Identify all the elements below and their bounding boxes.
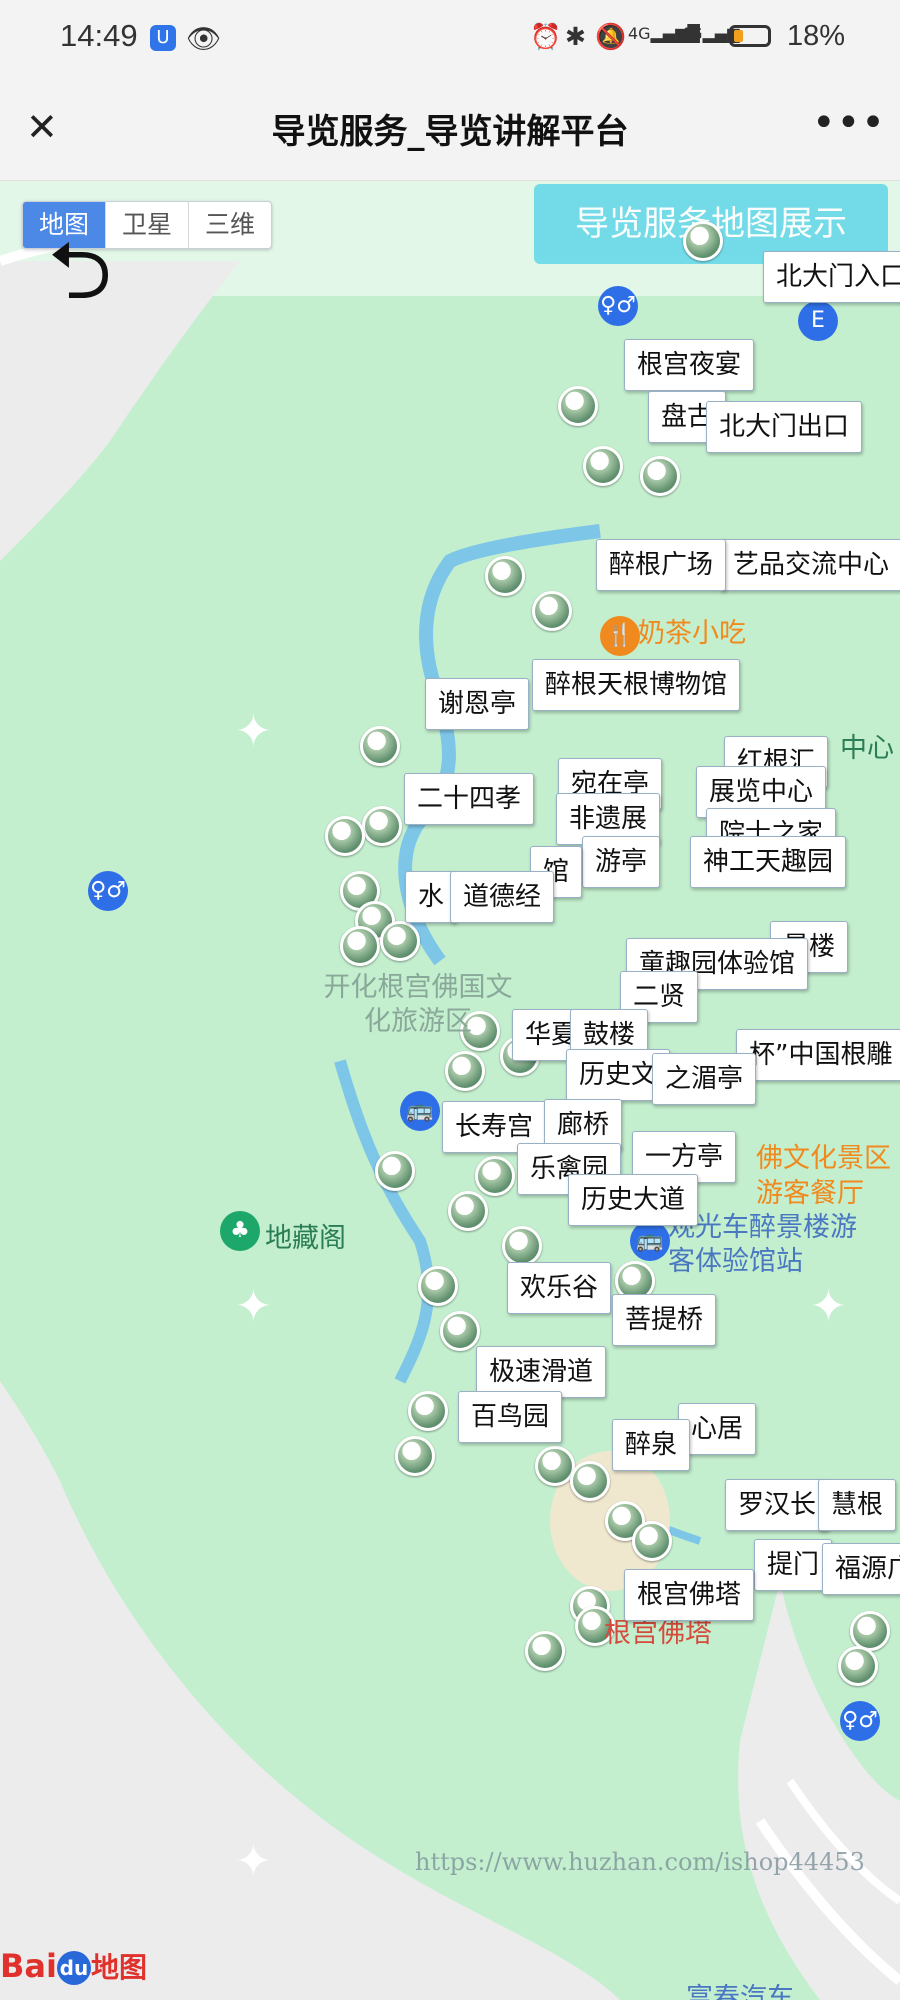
eye-icon: 👁 bbox=[186, 22, 222, 55]
place-label[interactable]: 奶茶小吃 bbox=[638, 611, 746, 650]
poi-label[interactable]: 艺品交流中心 bbox=[720, 539, 900, 591]
photo-marker[interactable] bbox=[325, 816, 365, 856]
battery-percent: 18% bbox=[787, 20, 846, 52]
title-bar: ✕ 导览服务_导览讲解平台 ••• bbox=[0, 80, 900, 181]
poi-label[interactable]: 百鸟园 bbox=[458, 1391, 563, 1443]
photo-marker[interactable] bbox=[375, 1151, 415, 1191]
photo-marker[interactable] bbox=[535, 1446, 575, 1486]
poi-label[interactable]: 之湄亭 bbox=[652, 1053, 757, 1105]
photo-marker[interactable] bbox=[640, 456, 680, 496]
baidu-map-logo: Bai du地图 bbox=[0, 1947, 147, 1985]
photo-marker[interactable] bbox=[632, 1521, 672, 1561]
photo-marker[interactable] bbox=[408, 1391, 448, 1431]
photo-marker[interactable] bbox=[683, 221, 723, 261]
photo-marker[interactable] bbox=[448, 1191, 488, 1231]
restroom-icon[interactable]: ♀♂ bbox=[598, 286, 638, 326]
place-label[interactable]: 游客餐厅 bbox=[756, 1171, 864, 1210]
map-type-3d[interactable]: 三维 bbox=[189, 202, 271, 248]
map-background bbox=[0, 181, 900, 2000]
watermark: https://www.huzhan.com/ishop44453 bbox=[415, 1848, 865, 1876]
photo-marker[interactable] bbox=[418, 1266, 458, 1306]
sparkle-decoration: ✦ bbox=[810, 1281, 847, 1332]
sparkle-decoration: ✦ bbox=[235, 706, 272, 757]
photo-marker[interactable] bbox=[380, 921, 420, 961]
photo-marker[interactable] bbox=[850, 1611, 890, 1651]
photo-marker[interactable] bbox=[360, 726, 400, 766]
poi-label[interactable]: 醉根天根博物馆 bbox=[532, 659, 741, 711]
restroom-icon[interactable]: ♀♂ bbox=[88, 871, 128, 911]
more-icon[interactable]: ••• bbox=[812, 100, 886, 146]
place-label[interactable]: 中心 bbox=[840, 726, 894, 765]
poi-label[interactable]: 欢乐谷 bbox=[507, 1262, 612, 1314]
photo-marker[interactable] bbox=[445, 1051, 485, 1091]
poi-label[interactable]: 神工天趣园 bbox=[690, 836, 847, 888]
photo-marker[interactable] bbox=[395, 1436, 435, 1476]
place-label[interactable]: 地藏阁 bbox=[265, 1216, 346, 1255]
photo-marker[interactable] bbox=[502, 1226, 542, 1266]
photo-marker[interactable] bbox=[532, 591, 572, 631]
scenic-icon[interactable]: ♣ bbox=[220, 1211, 260, 1251]
poi-label[interactable]: 历史大道 bbox=[568, 1174, 699, 1226]
poi-label[interactable]: 二十四孝 bbox=[404, 773, 535, 825]
photo-marker[interactable] bbox=[485, 556, 525, 596]
place-label[interactable]: 佛文化景区 bbox=[756, 1136, 891, 1175]
photo-marker[interactable] bbox=[525, 1631, 565, 1671]
poi-label[interactable]: 道德经 bbox=[450, 871, 555, 923]
restroom-icon[interactable]: ♀♂ bbox=[840, 1701, 880, 1741]
poi-label[interactable]: 醉泉 bbox=[612, 1419, 691, 1471]
sparkle-decoration: ✦ bbox=[235, 1281, 272, 1332]
poi-label[interactable]: 提门 bbox=[754, 1539, 833, 1591]
mute-icon: 🔕 bbox=[595, 22, 627, 51]
photo-marker[interactable] bbox=[558, 386, 598, 426]
photo-marker[interactable] bbox=[583, 446, 623, 486]
poi-label[interactable]: 慧根 bbox=[818, 1479, 897, 1531]
battery-icon bbox=[729, 25, 771, 47]
alarm-icon: ⏰ bbox=[530, 22, 562, 51]
photo-marker[interactable] bbox=[362, 806, 402, 846]
bluetooth-icon: ✱ bbox=[565, 22, 586, 51]
photo-marker[interactable] bbox=[570, 1461, 610, 1501]
app-notification-icon: U bbox=[150, 25, 176, 51]
poi-label[interactable]: 杯”中国根雕 bbox=[736, 1029, 900, 1081]
poi-label[interactable]: 游亭 bbox=[582, 836, 661, 888]
bus-icon[interactable]: 🚌 bbox=[400, 1091, 440, 1131]
scenic-area-label: 开化根宫佛国文化旅游区 bbox=[323, 972, 513, 1037]
page-title: 导览服务_导览讲解平台 bbox=[271, 112, 629, 152]
poi-label[interactable]: 根宫夜宴 bbox=[624, 339, 755, 391]
photo-marker[interactable] bbox=[340, 926, 380, 966]
map-type-satellite[interactable]: 卫星 bbox=[106, 202, 189, 248]
place-label[interactable]: 富春汽车 bbox=[686, 1976, 794, 2000]
status-time: 14:49 bbox=[60, 18, 138, 53]
info-icon[interactable]: E bbox=[798, 301, 838, 341]
map-view[interactable]: ✦ ✦ ✦ ✦ 地图 卫星 三维 ⮌ 导览服务地图展示 ♀♂ E ♀♂ 🍴 🚌 … bbox=[0, 181, 900, 2000]
bus-icon[interactable]: 🚌 bbox=[630, 1221, 670, 1261]
status-bar: 14:49 U 👁 ⏰ ✱ 🔕 4G▂▄▆█ 4G▂▄▆ 18% bbox=[0, 0, 900, 80]
poi-label[interactable]: 醉根广场 bbox=[596, 539, 727, 591]
poi-label[interactable]: 菩提桥 bbox=[612, 1294, 717, 1346]
food-icon[interactable]: 🍴 bbox=[600, 616, 640, 656]
poi-label[interactable]: 北大门入口 bbox=[763, 251, 900, 303]
poi-label[interactable]: 根宫佛塔 bbox=[624, 1569, 755, 1621]
photo-marker[interactable] bbox=[838, 1646, 878, 1686]
sparkle-decoration: ✦ bbox=[235, 1836, 272, 1887]
poi-label[interactable]: 福源广 bbox=[822, 1543, 900, 1595]
poi-label[interactable]: 谢恩亭 bbox=[425, 678, 530, 730]
poi-label[interactable]: 罗汉长 bbox=[725, 1479, 830, 1531]
poi-label[interactable]: 北大门出口 bbox=[706, 401, 863, 453]
photo-marker[interactable] bbox=[440, 1311, 480, 1351]
photo-marker[interactable] bbox=[475, 1156, 515, 1196]
back-arrow-icon[interactable]: ⮌ bbox=[48, 231, 112, 311]
